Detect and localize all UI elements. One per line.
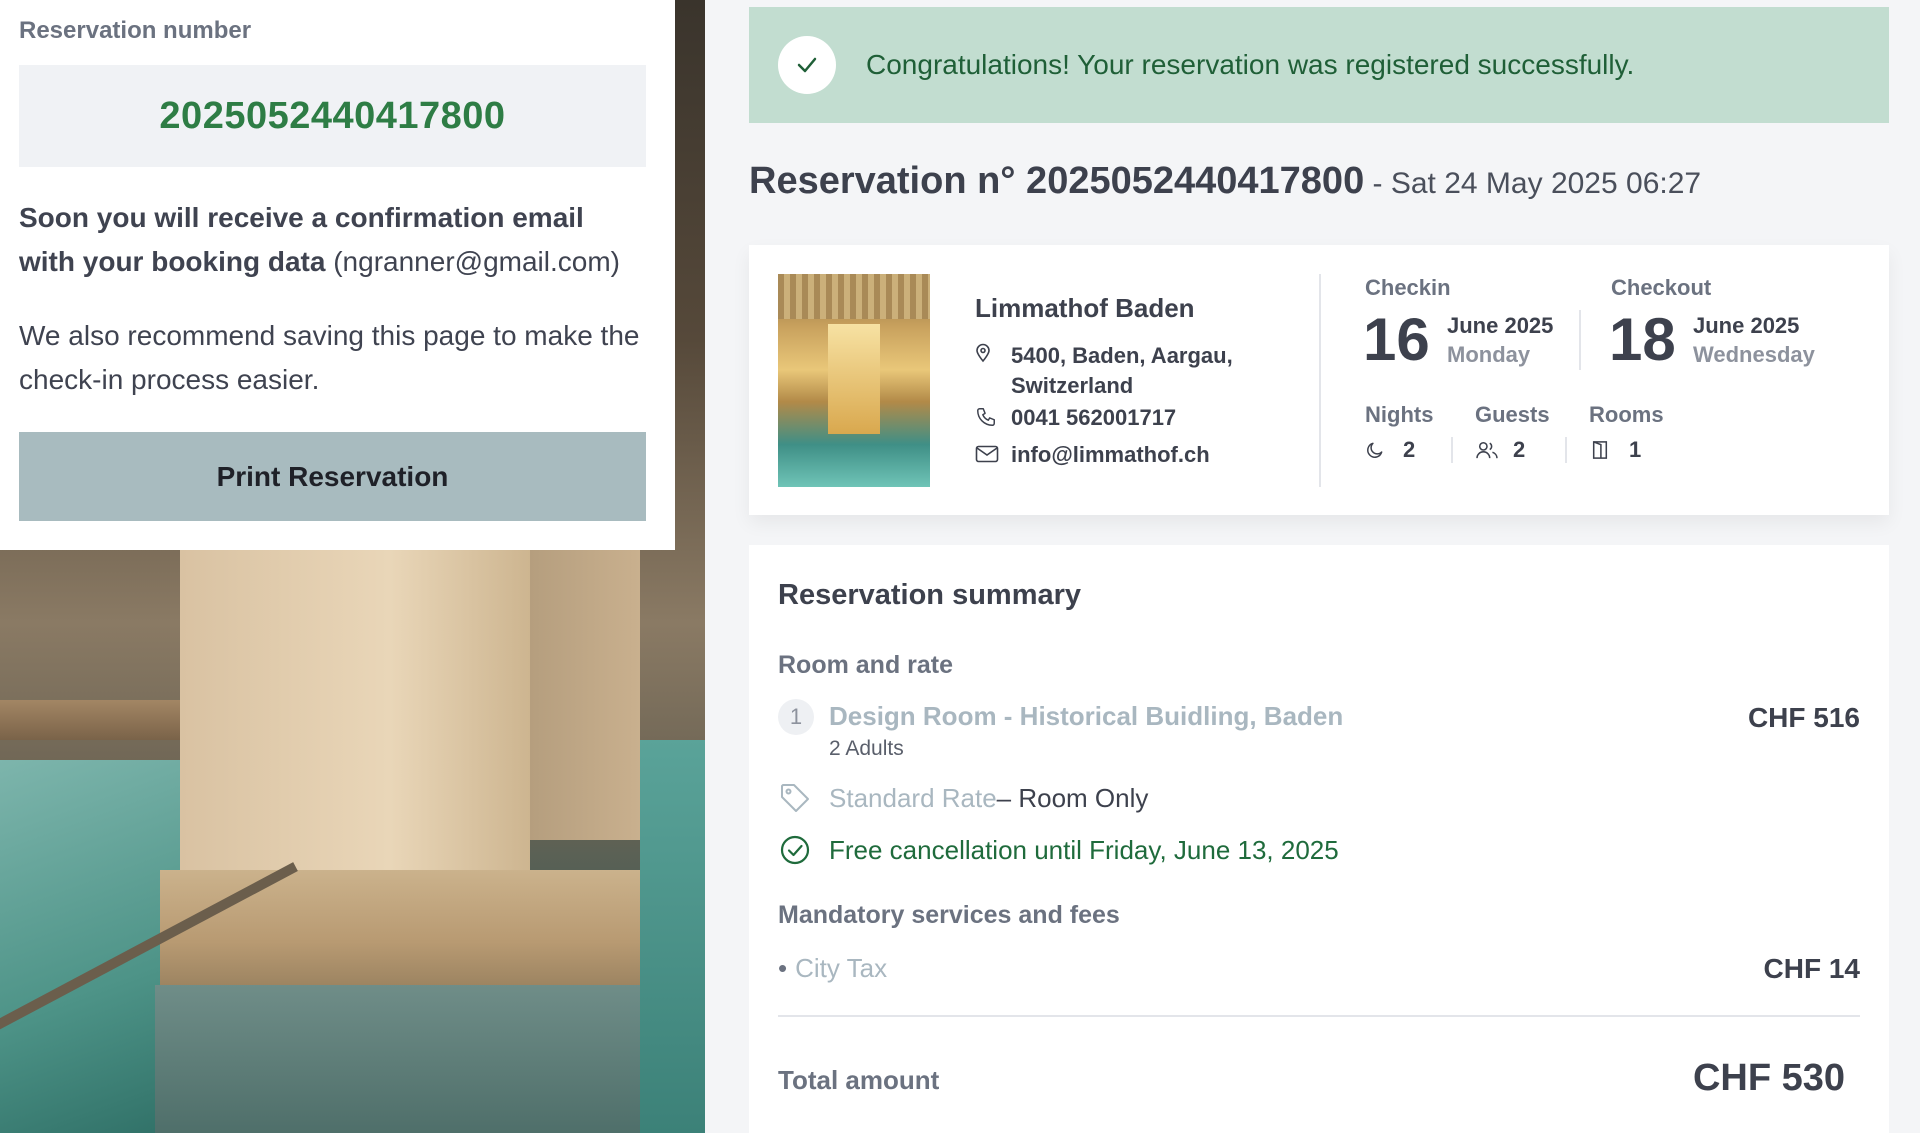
confirmation-email-address: (ngranner@gmail.com) <box>333 246 620 277</box>
photo-water-right <box>640 740 705 1133</box>
checkin-day: 16 <box>1363 306 1430 373</box>
total-amount-label: Total amount <box>778 1065 940 1095</box>
rate-name[interactable]: Standard Rate <box>829 783 997 814</box>
check-circle-icon <box>778 833 812 867</box>
save-page-recommendation: We also recommend saving this page to ma… <box>19 320 640 395</box>
reservation-summary-card: Reservation summary Room and rate 1 Desi… <box>749 545 1889 1133</box>
reservation-datetime: - Sat 24 May 2025 06:27 <box>1364 167 1702 200</box>
confirmation-email-text: Soon you will receive a confirmation ema… <box>19 196 646 284</box>
checkout-month: June 2025 <box>1693 313 1800 338</box>
reservation-number-label: Reservation number <box>19 17 252 44</box>
photo-ledge <box>0 700 180 740</box>
reservation-number-box: 2025052440417800 <box>19 65 646 167</box>
city-tax-row: • City Tax <box>778 953 887 984</box>
moon-icon <box>1365 439 1391 461</box>
rooms-value: 1 <box>1591 437 1641 463</box>
rooms-label: Rooms <box>1589 402 1664 427</box>
success-banner: Congratulations! Your reservation was re… <box>749 7 1889 123</box>
mail-icon <box>975 442 1003 466</box>
room-occupancy: 2 Adults <box>829 737 904 760</box>
hotel-name: Limmathof Baden <box>975 293 1195 323</box>
check-icon <box>778 36 836 94</box>
city-tax-bullet: • <box>778 953 788 983</box>
users-icon <box>1475 439 1501 461</box>
room-name[interactable]: Design Room - Historical Buidling, Baden <box>829 701 1343 732</box>
success-message: Congratulations! Your reservation was re… <box>866 49 1635 80</box>
checkin-checkout-divider <box>1579 310 1581 370</box>
print-reservation-button[interactable]: Print Reservation <box>19 432 646 521</box>
hotel-address: 5400, Baden, Aargau, Switzerland <box>975 341 1233 401</box>
nights-value: 2 <box>1365 437 1415 463</box>
hotel-address-line1: 5400, Baden, Aargau, <box>1011 343 1233 368</box>
reservation-number-value: 2025052440417800 <box>159 94 506 137</box>
hotel-card: Limmathof Baden 5400, Baden, Aargau, Swi… <box>749 245 1889 515</box>
guests-count: 2 <box>1513 437 1526 462</box>
nights-count: 2 <box>1403 437 1416 462</box>
tag-icon <box>778 781 812 815</box>
nights-guests-divider <box>1451 437 1453 463</box>
checkout-day: 18 <box>1609 306 1676 373</box>
checkin-label: Checkin <box>1365 275 1451 300</box>
guests-value: 2 <box>1475 437 1525 463</box>
checkout-label: Checkout <box>1611 275 1712 300</box>
city-tax-price: CHF 14 <box>1763 953 1860 984</box>
rooms-count: 1 <box>1629 437 1642 462</box>
room-and-rate-title: Room and rate <box>778 651 954 679</box>
hotel-address-line2: Switzerland <box>1011 373 1134 398</box>
hotel-thumbnail-corridor <box>828 324 880 434</box>
room-index-badge: 1 <box>778 699 814 735</box>
reservation-info-card: Reservation number 2025052440417800 Soon… <box>0 0 675 550</box>
hotel-phone-number: 0041 562001717 <box>1011 405 1177 430</box>
cancellation-text: Free cancellation until Friday, June 13,… <box>829 834 1339 865</box>
checkout-weekday: Wednesday <box>1693 342 1815 367</box>
photo-pillar-side <box>530 540 640 840</box>
mandatory-fees-title: Mandatory services and fees <box>778 901 1120 929</box>
photo-pillar-base-wet <box>155 985 655 1133</box>
hotel-thumbnail-ceiling <box>778 274 930 319</box>
door-icon <box>1591 439 1617 461</box>
guests-label: Guests <box>1475 402 1550 427</box>
rate-row: Standard Rate – Room Only <box>778 781 1148 815</box>
nights-label: Nights <box>1365 402 1434 427</box>
city-tax-label[interactable]: City Tax <box>795 953 887 983</box>
page-title: Reservation n° 2025052440417800 - Sat 24… <box>749 160 1701 203</box>
hotel-thumbnail <box>778 274 930 487</box>
hotel-phone[interactable]: 0041 562001717 <box>975 405 1176 431</box>
checkin-weekday: Monday <box>1447 342 1531 367</box>
hotel-email[interactable]: info@limmathof.ch <box>975 442 1210 468</box>
hotel-card-divider <box>1319 274 1321 487</box>
room-price: CHF 516 <box>1747 702 1860 733</box>
guests-rooms-divider <box>1565 437 1567 463</box>
summary-divider <box>778 1015 1860 1017</box>
reservation-summary-title: Reservation summary <box>778 579 1082 611</box>
reservation-title: Reservation n° 2025052440417800 <box>749 160 1365 202</box>
total-amount-value: CHF 530 <box>1692 1057 1845 1099</box>
phone-icon <box>975 405 1003 429</box>
hotel-email-address: info@limmathof.ch <box>1011 442 1210 467</box>
checkin-month: June 2025 <box>1447 313 1554 338</box>
cancellation-policy: Free cancellation until Friday, June 13,… <box>778 833 1339 867</box>
photo-pillar-base <box>160 870 650 990</box>
location-pin-icon <box>975 341 1003 365</box>
rate-board: – Room Only <box>996 782 1149 813</box>
